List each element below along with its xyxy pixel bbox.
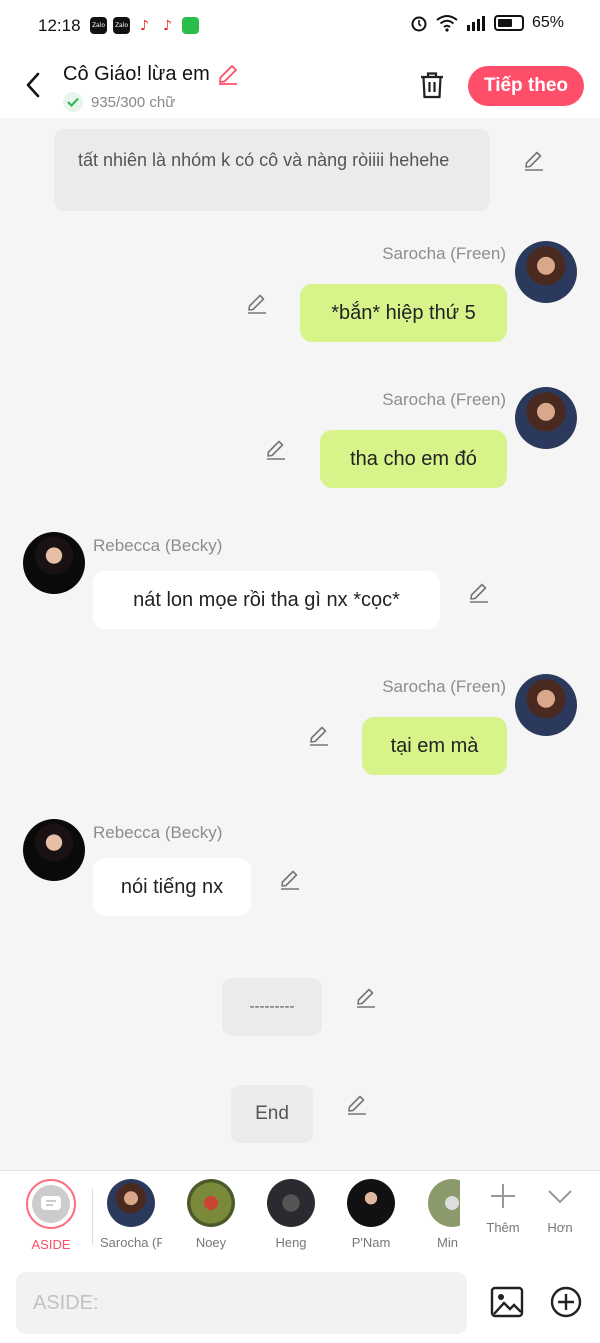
character-noey[interactable]: Noey: [180, 1179, 242, 1250]
character-aside[interactable]: ASIDE: [20, 1179, 82, 1252]
speaker-name: Sarocha (Freen): [382, 677, 506, 696]
message-text: *bắn* hiệp thứ 5: [331, 301, 476, 324]
check-icon: [63, 92, 83, 112]
notification-icons: Zalo Zalo ♪ ♪: [90, 17, 199, 34]
narration-bubble[interactable]: ---------: [222, 978, 322, 1036]
zalo-icon: Zalo: [113, 17, 130, 34]
chat-area[interactable]: tất nhiên là nhóm k có cô và nàng ròiiii…: [0, 118, 600, 1170]
delete-button[interactable]: [416, 68, 448, 102]
signal-icon: [466, 16, 485, 31]
speaker-name: Rebecca (Becky): [93, 823, 223, 842]
avatar[interactable]: [23, 819, 85, 881]
story-title[interactable]: Cô Giáo! lừa em: [63, 62, 240, 86]
character-heng[interactable]: Heng: [260, 1179, 322, 1250]
speaker-name: Sarocha (Freen): [382, 390, 506, 409]
back-button[interactable]: [18, 68, 48, 102]
status-bar: 12:18 Zalo Zalo ♪ ♪ 65%: [0, 0, 600, 54]
chevron-down-icon: [548, 1190, 572, 1204]
message-text: nát lon mọe rồi tha gì nx *cọc*: [133, 588, 400, 611]
divider: [92, 1189, 93, 1245]
message-bubble[interactable]: nát lon mọe rồi tha gì nx *cọc*: [93, 571, 440, 629]
narration-text: tất nhiên là nhóm k có cô và nàng ròiiii…: [78, 150, 450, 170]
expand-button[interactable]: Hơn: [535, 1181, 585, 1235]
avatar: [107, 1179, 155, 1227]
narration-text: ---------: [249, 998, 295, 1015]
avatar: [267, 1179, 315, 1227]
status-time: 12:18: [38, 16, 81, 35]
battery-percent: 65%: [531, 14, 564, 31]
edit-message-icon[interactable]: [467, 581, 491, 605]
message-bubble[interactable]: tha cho em đó: [320, 430, 507, 488]
character-picker: ASIDE Sarocha (F... Noey Heng P'Nam Min …: [0, 1170, 600, 1262]
image-icon: [490, 1286, 524, 1318]
avatar: [347, 1179, 395, 1227]
edit-message-icon[interactable]: [307, 724, 331, 748]
add-character-label: Thêm: [486, 1220, 520, 1235]
word-count: 935/300 chữ: [63, 92, 175, 112]
character-label: P'Nam: [351, 1235, 391, 1250]
avatar[interactable]: [23, 532, 85, 594]
zalo-icon: Zalo: [90, 17, 107, 34]
message-input[interactable]: [16, 1272, 467, 1334]
word-count-text: 935/300 chữ: [91, 93, 176, 111]
message-bubble[interactable]: nói tiếng nx: [93, 858, 251, 916]
insert-image-button[interactable]: [489, 1284, 525, 1320]
input-bar: [0, 1262, 600, 1343]
speaker-name: Sarocha (Freen): [382, 244, 506, 263]
message-bubble[interactable]: *bắn* hiệp thứ 5: [300, 284, 507, 342]
message-icon: [41, 1196, 61, 1210]
tiktok-icon: ♪: [159, 17, 176, 34]
edit-message-icon[interactable]: [345, 1093, 369, 1117]
next-button[interactable]: Tiếp theo: [468, 66, 584, 106]
edit-message-icon[interactable]: [522, 149, 546, 173]
add-button[interactable]: [548, 1284, 584, 1320]
battery-icon: [493, 15, 524, 31]
expand-label: Hơn: [547, 1220, 573, 1235]
avatar[interactable]: [515, 674, 577, 736]
character-pnam[interactable]: P'Nam: [340, 1179, 402, 1250]
add-character-button[interactable]: Thêm: [478, 1181, 528, 1235]
edit-message-icon[interactable]: [264, 438, 288, 462]
tiktok-icon: ♪: [136, 17, 153, 34]
system-icons: 65%: [410, 14, 564, 32]
edit-message-icon[interactable]: [245, 292, 269, 316]
editor-header: Cô Giáo! lừa em 935/300 chữ Tiếp theo: [0, 54, 600, 118]
trash-icon: [421, 72, 443, 99]
wifi-icon: [436, 15, 458, 32]
message-text: tại em mà: [390, 734, 479, 757]
avatar[interactable]: [515, 387, 577, 449]
edit-title-icon[interactable]: [216, 62, 240, 86]
message-text: nói tiếng nx: [120, 875, 224, 898]
story-title-text: Cô Giáo! lừa em: [63, 62, 210, 85]
character-label: ASIDE: [31, 1237, 71, 1252]
edit-message-icon[interactable]: [278, 868, 302, 892]
plus-circle-icon: [550, 1286, 582, 1318]
character-label: Noey: [195, 1235, 227, 1250]
avatar: [187, 1179, 235, 1227]
character-sarocha[interactable]: Sarocha (F...: [100, 1179, 162, 1250]
character-label: Heng: [275, 1235, 307, 1250]
speaker-name: Rebecca (Becky): [93, 536, 223, 555]
avatar: [428, 1179, 460, 1227]
character-label: Sarocha (F...: [100, 1235, 162, 1250]
aside-avatar: [26, 1179, 76, 1229]
avatar[interactable]: [515, 241, 577, 303]
messages-icon: [182, 17, 199, 34]
character-label: Min: [437, 1235, 458, 1250]
character-min[interactable]: Min: [420, 1179, 460, 1250]
narration-bubble[interactable]: tất nhiên là nhóm k có cô và nàng ròiiii…: [54, 129, 490, 211]
edit-message-icon[interactable]: [354, 986, 378, 1010]
message-text: tha cho em đó: [350, 447, 477, 470]
alarm-icon: [411, 16, 427, 32]
plus-icon: [491, 1184, 515, 1208]
narration-text: End: [255, 1103, 289, 1124]
chevron-left-icon: [26, 72, 40, 98]
message-bubble[interactable]: tại em mà: [362, 717, 507, 775]
narration-bubble[interactable]: End: [231, 1085, 313, 1143]
